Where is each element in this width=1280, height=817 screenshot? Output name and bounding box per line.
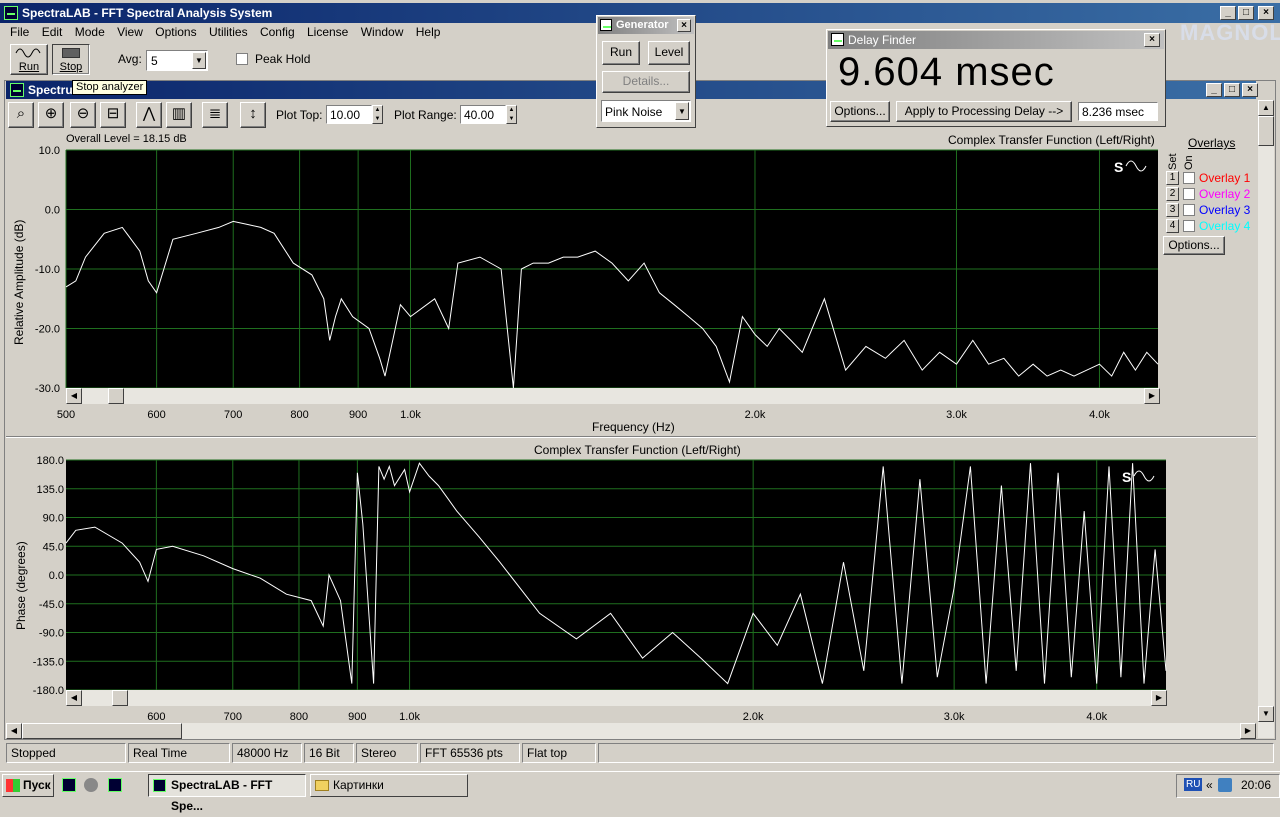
generator-signal-value: Pink Noise — [605, 105, 663, 119]
delay-value: 9.604 msec — [838, 50, 1055, 94]
horizontal-scroll-thumb[interactable] — [22, 723, 182, 739]
y-tick-label: 45.0 — [43, 541, 64, 553]
generator-title: Generator — [616, 19, 669, 31]
x-tick-label: 2.0k — [743, 711, 764, 723]
quicklaunch-icon[interactable] — [84, 778, 98, 792]
windows-logo-icon — [6, 779, 20, 792]
x-tick-label: 700 — [224, 711, 242, 723]
start-label: Пуск — [23, 778, 51, 792]
y-tick-label: -135.0 — [33, 656, 64, 668]
folder-icon — [315, 780, 329, 791]
generator-run-button[interactable]: Run — [602, 41, 640, 65]
status-extra — [598, 743, 1274, 763]
x-tick-label: 3.0k — [944, 711, 965, 723]
x-tick-label: 800 — [290, 711, 308, 723]
spectrum-horizontal-scrollbar[interactable] — [6, 723, 1256, 739]
task-folder[interactable]: Картинки — [310, 774, 468, 797]
task-folder-label: Картинки — [333, 778, 384, 792]
tray-expand-icon[interactable]: « — [1206, 778, 1213, 792]
language-indicator[interactable]: RU — [1184, 778, 1203, 791]
apply-delay-button[interactable]: Apply to Processing Delay --> — [896, 101, 1072, 122]
status-fft-size: FFT 65536 pts — [420, 743, 520, 763]
status-channels: Stereo — [356, 743, 418, 763]
bottom-chart-scroll-thumb[interactable] — [112, 690, 128, 706]
x-tick-label: 900 — [348, 711, 366, 723]
delay-finder-close-button[interactable]: × — [1144, 33, 1160, 47]
x-tick-label: 1.0k — [399, 711, 420, 723]
generator-details-button[interactable]: Details... — [602, 71, 690, 93]
quicklaunch-analyzer-icon[interactable] — [108, 778, 122, 792]
x-tick-label: 4.0k — [1086, 711, 1107, 723]
delay-finder-icon — [831, 33, 844, 46]
status-state: Stopped — [6, 743, 126, 763]
task-spectralab-label: SpectraLAB - FFT Spe... — [171, 778, 273, 813]
status-mode: Real Time — [128, 743, 230, 763]
start-button[interactable]: Пуск — [2, 774, 54, 797]
y-tick-label: 180.0 — [36, 455, 64, 467]
scroll-left-icon[interactable]: ◀ — [6, 723, 22, 739]
y-tick-label: 0.0 — [49, 570, 64, 582]
scroll-right-icon[interactable]: ▶ — [1240, 723, 1256, 739]
scroll-left-icon[interactable]: ◀ — [66, 690, 82, 706]
generator-level-button[interactable]: Level — [648, 41, 690, 65]
svg-text:S: S — [1122, 469, 1131, 485]
task-spectralab[interactable]: SpectraLAB - FFT Spe... — [148, 774, 306, 813]
tray-network-icon[interactable] — [1218, 778, 1232, 792]
y-tick-label: 135.0 — [36, 484, 64, 496]
status-sample-rate: 48000 Hz — [232, 743, 302, 763]
status-window: Flat top — [522, 743, 596, 763]
generator-signal-select[interactable]: Pink Noise ▼ — [601, 100, 691, 122]
spectralab-task-icon — [153, 779, 166, 792]
quicklaunch-spectralab-icon[interactable] — [62, 778, 76, 792]
generator-icon — [600, 19, 612, 31]
x-tick-label: 600 — [147, 711, 165, 723]
delay-options-button[interactable]: Options... — [830, 101, 890, 122]
bottom-chart-scrollbar[interactable] — [66, 690, 1167, 706]
generator-close-button[interactable]: × — [677, 19, 691, 32]
delay-finder-title-bar: Delay Finder — [828, 31, 1164, 49]
y-tick-label: -45.0 — [39, 599, 64, 611]
chevron-down-icon[interactable]: ▼ — [675, 102, 689, 120]
clock: 20:06 — [1241, 778, 1272, 792]
y-tick-label: -180.0 — [33, 685, 64, 697]
y-tick-label: -90.0 — [39, 628, 64, 640]
delay-field-value: 8.236 msec — [1082, 105, 1145, 119]
status-bits: 16 Bit — [304, 743, 354, 763]
delay-field[interactable]: 8.236 msec — [1078, 102, 1158, 121]
delay-finder-title: Delay Finder — [848, 33, 917, 47]
scroll-right-icon[interactable]: ▶ — [1151, 690, 1167, 706]
y-tick-label: 90.0 — [43, 513, 64, 525]
